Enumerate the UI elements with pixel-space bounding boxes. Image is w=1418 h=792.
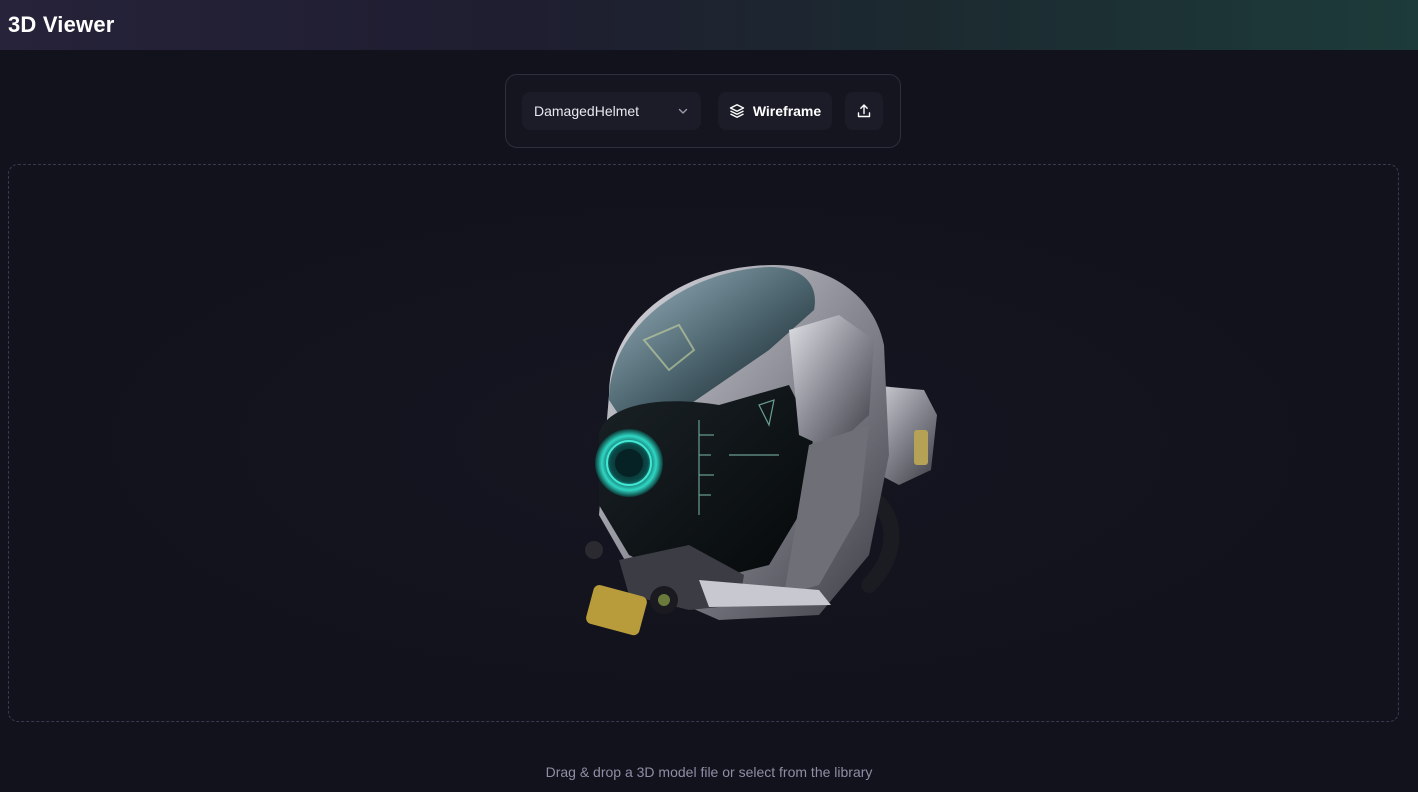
wireframe-button[interactable]: Wireframe (718, 92, 832, 130)
model-select-value: DamagedHelmet (534, 103, 640, 119)
upload-icon (857, 104, 871, 118)
app-title: 3D Viewer (8, 12, 115, 37)
wireframe-label: Wireframe (752, 103, 822, 119)
layers-icon (729, 104, 745, 118)
helmet-model[interactable] (569, 255, 949, 675)
model-viewport[interactable] (8, 164, 1399, 722)
drop-hint: Drag & drop a 3D model file or select fr… (545, 764, 873, 780)
upload-button[interactable] (845, 92, 883, 130)
toolbar: DamagedHelmet Wireframe (505, 74, 901, 148)
chevron-down-icon (678, 108, 688, 114)
app-header: 3D Viewer (0, 0, 1418, 50)
model-select[interactable]: DamagedHelmet (522, 92, 701, 130)
